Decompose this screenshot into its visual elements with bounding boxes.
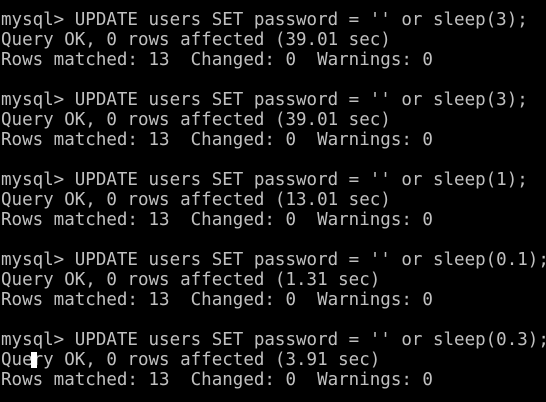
cursor-line-wrap: Query OK, 0 rows affected (3.91 sec) [0, 350, 546, 370]
command-line: mysql> UPDATE users SET password = '' or… [1, 170, 528, 190]
query-result-line: Query OK, 0 rows affected (1.31 sec) [1, 270, 381, 290]
query-result-line: Query OK, 0 rows affected (39.01 sec) [1, 110, 391, 130]
rows-matched-line: Rows matched: 13 Changed: 0 Warnings: 0 [1, 290, 433, 310]
text-cursor [31, 352, 37, 368]
rows-matched-line: Rows matched: 13 Changed: 0 Warnings: 0 [1, 50, 433, 70]
query-result-line: Query OK, 0 rows affected (3.91 sec) [1, 350, 381, 370]
command-line: mysql> UPDATE users SET password = '' or… [1, 10, 528, 30]
query-result-line: Query OK, 0 rows affected (13.01 sec) [1, 190, 391, 210]
command-line: mysql> UPDATE users SET password = '' or… [1, 330, 546, 350]
command-line: mysql> UPDATE users SET password = '' or… [1, 90, 528, 110]
rows-matched-line: Rows matched: 13 Changed: 0 Warnings: 0 [1, 370, 433, 390]
command-line: mysql> UPDATE users SET password = '' or… [1, 250, 546, 270]
rows-matched-line: Rows matched: 13 Changed: 0 Warnings: 0 [1, 130, 433, 150]
query-result-line: Query OK, 0 rows affected (39.01 sec) [1, 30, 391, 50]
rows-matched-line: Rows matched: 13 Changed: 0 Warnings: 0 [1, 210, 433, 230]
terminal-output[interactable]: mysql> UPDATE users SET password = '' or… [0, 10, 546, 402]
